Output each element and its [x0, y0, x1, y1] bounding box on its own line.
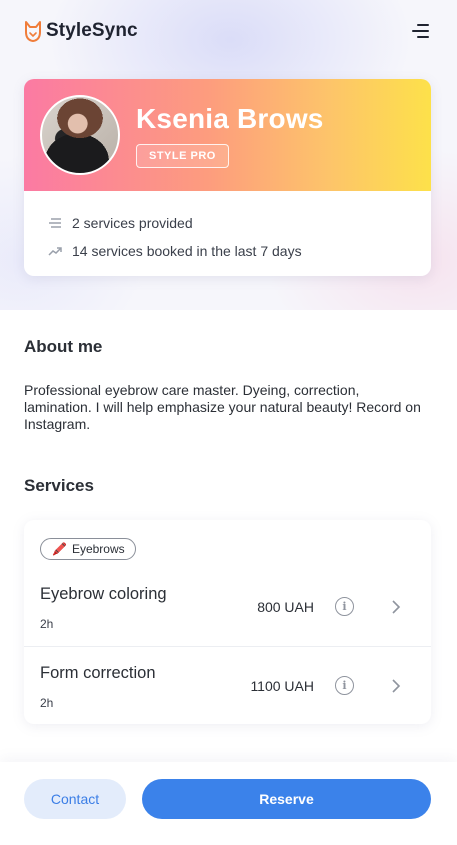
brand[interactable]: StyleSync — [24, 19, 138, 43]
service-name: Eyebrow coloring — [40, 585, 167, 603]
brand-name: StyleSync — [46, 20, 138, 41]
app-header: StyleSync — [0, 0, 457, 62]
bottom-action-bar: Contact Reserve — [0, 762, 457, 845]
info-icon[interactable]: i — [335, 676, 354, 695]
fox-logo-icon — [25, 21, 41, 42]
stat-services-provided: 2 services provided — [48, 209, 407, 237]
about-title: About me — [24, 337, 103, 356]
category-chip[interactable]: 🖍️ Eyebrows — [40, 538, 136, 560]
service-name: Form correction — [40, 664, 156, 682]
service-duration: 2h — [40, 696, 54, 710]
stat-text: 14 services booked in the last 7 days — [72, 243, 302, 259]
services-title: Services — [24, 476, 94, 495]
profile-banner: Ksenia Brows STYLE PRO — [24, 79, 431, 191]
contact-button[interactable]: Contact — [24, 779, 126, 819]
category-label: Eyebrows — [71, 542, 125, 556]
profile-name: Ksenia Brows — [136, 103, 324, 134]
profile-stats: 2 services provided 14 services booked i… — [24, 191, 431, 265]
stat-bookings: 14 services booked in the last 7 days — [48, 237, 407, 265]
service-row[interactable]: Form correction 2h 1100 UAH i — [24, 646, 431, 724]
service-price: 800 UAH — [257, 599, 314, 615]
trend-up-icon — [48, 247, 62, 256]
profile-card: Ksenia Brows STYLE PRO 2 services provid… — [24, 79, 431, 276]
status-badge: STYLE PRO — [136, 144, 229, 168]
stat-text: 2 services provided — [72, 215, 193, 231]
service-row[interactable]: Eyebrow coloring 2h 800 UAH i — [24, 568, 431, 646]
menu-lines-icon[interactable] — [411, 24, 429, 38]
list-icon — [49, 218, 61, 228]
info-icon[interactable]: i — [335, 597, 354, 616]
chevron-right-icon[interactable] — [391, 600, 401, 614]
avatar[interactable] — [40, 95, 120, 175]
chevron-right-icon[interactable] — [391, 679, 401, 693]
about-text: Professional eyebrow care master. Dyeing… — [24, 382, 421, 432]
services-card: 🖍️ Eyebrows Eyebrow coloring 2h 800 UAH … — [24, 520, 431, 724]
reserve-button[interactable]: Reserve — [142, 779, 431, 819]
crayon-icon: 🖍️ — [52, 542, 67, 556]
service-duration: 2h — [40, 617, 54, 631]
service-price: 1100 UAH — [250, 678, 314, 694]
